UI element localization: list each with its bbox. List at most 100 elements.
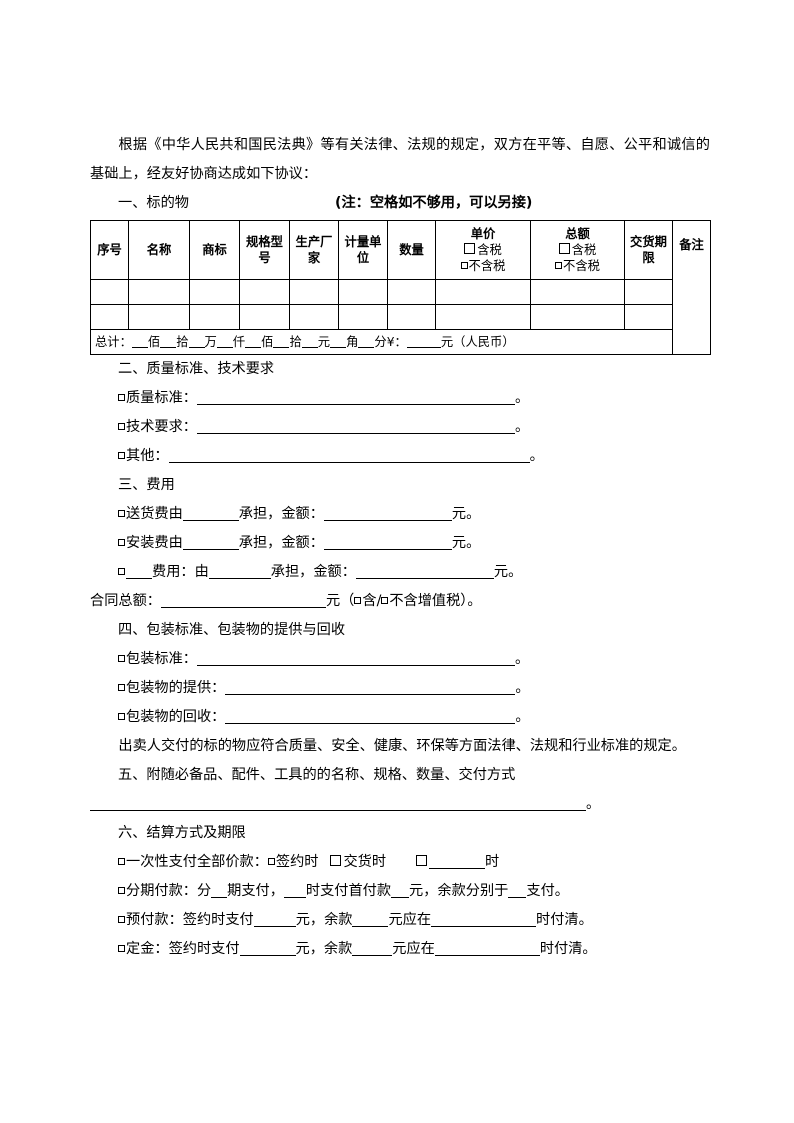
cell-delivery-deadline[interactable] bbox=[624, 279, 673, 305]
packing-standard-blank[interactable] bbox=[196, 650, 515, 666]
installment-remainder-blank[interactable] bbox=[508, 882, 527, 898]
total-amount-cell[interactable]: 总计： 佰 拾 万 仟 佰 拾 元 角 分¥： 元（人民币） bbox=[90, 329, 673, 355]
other-fee-row[interactable]: 费用：由 承担，金额： 元。 bbox=[90, 558, 710, 587]
packing-standard-row[interactable]: 包装标准： 。 bbox=[90, 645, 710, 674]
cell-index[interactable] bbox=[90, 279, 129, 305]
checkbox-icon[interactable] bbox=[118, 887, 125, 894]
checkbox-icon[interactable] bbox=[118, 423, 125, 430]
delivery-fee-bearer-blank[interactable] bbox=[182, 505, 239, 521]
quality-standard-blank[interactable] bbox=[196, 389, 515, 405]
total-price-tax-excl-option[interactable]: 不含税 bbox=[532, 258, 623, 274]
total-digit-blank[interactable] bbox=[188, 334, 205, 348]
installation-fee-bearer-blank[interactable] bbox=[182, 534, 239, 550]
deposit-amount-blank[interactable] bbox=[239, 940, 296, 956]
cell-name[interactable] bbox=[128, 304, 190, 330]
installment-row[interactable]: 分期付款：分 期支付， 时支付首付款 元，余款分别于 支付。 bbox=[90, 877, 710, 906]
cell-model[interactable] bbox=[239, 279, 290, 305]
delivery-fee-row[interactable]: 送货费由 承担，金额： 元。 bbox=[90, 500, 710, 529]
accessories-blank[interactable] bbox=[90, 795, 586, 811]
checkbox-icon[interactable] bbox=[118, 713, 125, 720]
cell-unit[interactable] bbox=[338, 279, 388, 305]
total-digit-blank[interactable] bbox=[273, 334, 290, 348]
deposit-remainder-blank[interactable] bbox=[352, 940, 393, 956]
prepayment-amount-blank[interactable] bbox=[253, 911, 296, 927]
total-digit-blank[interactable] bbox=[216, 334, 233, 348]
cell-quantity[interactable] bbox=[387, 304, 436, 330]
deposit-date-blank[interactable] bbox=[434, 940, 540, 956]
cell-index[interactable] bbox=[90, 304, 129, 330]
checkbox-icon[interactable] bbox=[118, 945, 125, 952]
installment-first-amount-blank[interactable] bbox=[391, 882, 410, 898]
checkbox-icon[interactable] bbox=[118, 858, 125, 865]
other-fee-bearer-blank[interactable] bbox=[208, 563, 271, 579]
cell-unit-price[interactable] bbox=[435, 279, 531, 305]
cell-quantity[interactable] bbox=[387, 279, 436, 305]
checkbox-icon[interactable] bbox=[381, 597, 389, 604]
total-price-tax-incl-option[interactable]: 含税 bbox=[532, 242, 623, 258]
other-standard-blank[interactable] bbox=[168, 447, 530, 463]
packing-recycle-row[interactable]: 包装物的回收： 。 bbox=[90, 703, 710, 732]
cell-trademark[interactable] bbox=[189, 304, 240, 330]
cell-unit[interactable] bbox=[338, 304, 388, 330]
checkbox-icon[interactable] bbox=[330, 855, 342, 866]
checkbox-icon[interactable] bbox=[118, 539, 125, 546]
cell-delivery-deadline[interactable] bbox=[624, 304, 673, 330]
prepayment-date-blank[interactable] bbox=[431, 911, 537, 927]
deposit-row[interactable]: 定金：签约时支付 元，余款 元应在 时付清。 bbox=[90, 935, 710, 964]
lump-sum-row[interactable]: 一次性支付全部价款： 签约时 交货时 时 bbox=[90, 848, 710, 877]
total-digit-blank[interactable] bbox=[301, 334, 318, 348]
prepayment-remainder-blank[interactable] bbox=[352, 911, 389, 927]
cell-trademark[interactable] bbox=[189, 279, 240, 305]
total-digit-blank[interactable] bbox=[358, 334, 375, 348]
section-5-blank-row[interactable]: 。 bbox=[90, 790, 710, 819]
other-fee-type-blank[interactable] bbox=[126, 563, 152, 579]
table-row[interactable] bbox=[90, 304, 711, 330]
total-digit-blank[interactable] bbox=[131, 334, 148, 348]
contract-total-blank[interactable] bbox=[160, 592, 326, 608]
unit-price-tax-incl-option[interactable]: 含税 bbox=[437, 242, 529, 258]
quality-standard-row[interactable]: 质量标准： 。 bbox=[90, 384, 710, 413]
checkbox-icon[interactable] bbox=[555, 262, 563, 269]
checkbox-icon[interactable] bbox=[118, 916, 125, 923]
checkbox-icon[interactable] bbox=[558, 243, 570, 254]
contract-total-row[interactable]: 合同总额： 元（ 含/不含增值税）。 bbox=[90, 587, 710, 616]
total-digit-blank[interactable] bbox=[245, 334, 262, 348]
total-currency-blank[interactable] bbox=[406, 334, 441, 348]
checkbox-icon[interactable] bbox=[118, 452, 125, 459]
technical-requirement-blank[interactable] bbox=[196, 418, 515, 434]
checkbox-icon[interactable] bbox=[464, 243, 476, 254]
cell-manufacturer[interactable] bbox=[289, 304, 339, 330]
checkbox-icon[interactable] bbox=[118, 568, 125, 575]
checkbox-icon[interactable] bbox=[118, 394, 125, 401]
packing-recycle-blank[interactable] bbox=[225, 708, 516, 724]
unit-price-tax-excl-option[interactable]: 不含税 bbox=[437, 258, 529, 274]
technical-requirement-row[interactable]: 技术要求： 。 bbox=[90, 413, 710, 442]
cell-model[interactable] bbox=[239, 304, 290, 330]
other-standard-row[interactable]: 其他： 。 bbox=[90, 442, 710, 471]
table-row[interactable] bbox=[90, 279, 711, 305]
checkbox-icon[interactable] bbox=[267, 858, 275, 865]
cell-manufacturer[interactable] bbox=[289, 279, 339, 305]
total-digit-blank[interactable] bbox=[160, 334, 177, 348]
checkbox-icon[interactable] bbox=[354, 597, 362, 604]
packing-supply-row[interactable]: 包装物的提供： 。 bbox=[90, 674, 710, 703]
installment-first-time-blank[interactable] bbox=[283, 882, 306, 898]
prepayment-row[interactable]: 预付款：签约时支付 元，余款 元应在 时付清。 bbox=[90, 906, 710, 935]
cell-total-price[interactable] bbox=[530, 304, 625, 330]
delivery-fee-amount-blank[interactable] bbox=[323, 505, 452, 521]
checkbox-icon[interactable] bbox=[416, 855, 428, 866]
installment-periods-blank[interactable] bbox=[211, 882, 228, 898]
packing-supply-blank[interactable] bbox=[225, 679, 516, 695]
checkbox-icon[interactable] bbox=[118, 684, 125, 691]
cell-name[interactable] bbox=[128, 279, 190, 305]
other-fee-amount-blank[interactable] bbox=[355, 563, 494, 579]
table-total-row[interactable]: 总计： 佰 拾 万 仟 佰 拾 元 角 分¥： 元（人民币） bbox=[90, 329, 711, 355]
installation-fee-row[interactable]: 安装费由 承担，金额： 元。 bbox=[90, 529, 710, 558]
cell-unit-price[interactable] bbox=[435, 304, 531, 330]
checkbox-icon[interactable] bbox=[118, 655, 125, 662]
installation-fee-amount-blank[interactable] bbox=[323, 534, 452, 550]
total-digit-blank[interactable] bbox=[330, 334, 347, 348]
checkbox-icon[interactable] bbox=[460, 262, 468, 269]
cell-total-price[interactable] bbox=[530, 279, 625, 305]
checkbox-icon[interactable] bbox=[118, 510, 125, 517]
